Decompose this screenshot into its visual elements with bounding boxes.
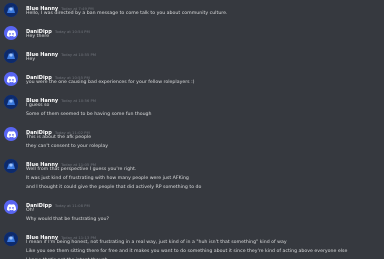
message-group: Blue Hanny Today at 10:56 PM I guess so Som… bbox=[0, 93, 384, 119]
message-header: Blue Hanny Today at 10:56 PM bbox=[26, 93, 380, 104]
discord-logo-icon bbox=[6, 29, 16, 37]
message-header: Blue Hanny Today at 11:13 PM bbox=[26, 230, 380, 241]
message-text: Well from that perspective I guess you'r… bbox=[26, 167, 137, 172]
blue-hanny-avatar-icon bbox=[4, 95, 18, 109]
avatar[interactable] bbox=[4, 127, 18, 141]
message-header: DaniDipp Today at 11:08 PM bbox=[26, 198, 380, 209]
discord-logo-icon bbox=[6, 130, 16, 138]
avatar[interactable] bbox=[4, 159, 18, 173]
timestamp: Today at 10:56 PM bbox=[61, 98, 97, 103]
message-group: DaniDipp Today at 10:55 PM you were the on… bbox=[0, 70, 384, 87]
message-header: DaniDipp Today at 11:02 PM bbox=[26, 125, 380, 136]
avatar[interactable] bbox=[4, 26, 18, 40]
message-text: and I thought it could give the people t… bbox=[26, 185, 202, 190]
message-text: you were the one causing bad experiences… bbox=[26, 80, 195, 85]
message-group: Blue Hanny Today at 11:13 PM I mean if I'm… bbox=[0, 230, 384, 259]
avatar[interactable] bbox=[4, 200, 18, 214]
message-header: DaniDipp Today at 10:55 PM bbox=[26, 70, 380, 81]
discord-logo-icon bbox=[6, 203, 16, 211]
blue-hanny-avatar-icon bbox=[4, 232, 18, 246]
chat-message-list: Blue Hanny Today at 7:49 PM Hello, I was d… bbox=[0, 0, 384, 259]
avatar[interactable] bbox=[4, 3, 18, 17]
avatar[interactable] bbox=[4, 95, 18, 109]
timestamp: Today at 11:08 PM bbox=[54, 203, 90, 208]
message-text: It was just kind of frustrating with how… bbox=[26, 176, 189, 181]
message-header: Blue Hanny Today at 10:55 PM bbox=[26, 47, 380, 58]
blue-hanny-avatar-icon bbox=[4, 49, 18, 63]
message-text: Like you see them sitting there for free… bbox=[26, 249, 348, 254]
message-text: they can't consent to your roleplay bbox=[26, 144, 109, 149]
avatar[interactable] bbox=[4, 232, 18, 246]
avatar[interactable] bbox=[4, 49, 18, 63]
timestamp: Today at 10:55 PM bbox=[61, 52, 97, 57]
message-group: DaniDipp Today at 11:02 PM This is about t… bbox=[0, 125, 384, 151]
message-header: Blue Hanny Today at 11:05 PM bbox=[26, 157, 380, 168]
message-group: Blue Hanny Today at 10:55 PM Hey bbox=[0, 47, 384, 64]
message-text: This is about the afk people bbox=[26, 135, 92, 140]
message-group: Blue Hanny Today at 7:49 PM Hello, I was d… bbox=[0, 1, 384, 18]
message-header: Blue Hanny Today at 7:49 PM bbox=[26, 1, 380, 12]
message-text: Some of them seemed to be having some fu… bbox=[26, 112, 152, 117]
avatar[interactable] bbox=[4, 72, 18, 86]
discord-logo-icon bbox=[6, 75, 16, 83]
message-group: Blue Hanny Today at 11:05 PM Well from tha… bbox=[0, 157, 384, 192]
message-text: I mean if I'm being honest, not frustrat… bbox=[26, 240, 287, 245]
message-group: DaniDipp Today at 11:08 PM Oh! Why would th… bbox=[0, 198, 384, 224]
message-text: Why would that be frustrating you? bbox=[26, 217, 109, 222]
message-group: DaniDipp Today at 10:54 PM Hey there bbox=[0, 24, 384, 41]
message-text: Hello, I was directed by a ban message t… bbox=[26, 11, 228, 16]
blue-hanny-avatar-icon bbox=[4, 159, 18, 173]
message-header: DaniDipp Today at 10:54 PM bbox=[26, 24, 380, 35]
blue-hanny-avatar-icon bbox=[4, 3, 18, 17]
timestamp: Today at 10:54 PM bbox=[54, 29, 90, 34]
